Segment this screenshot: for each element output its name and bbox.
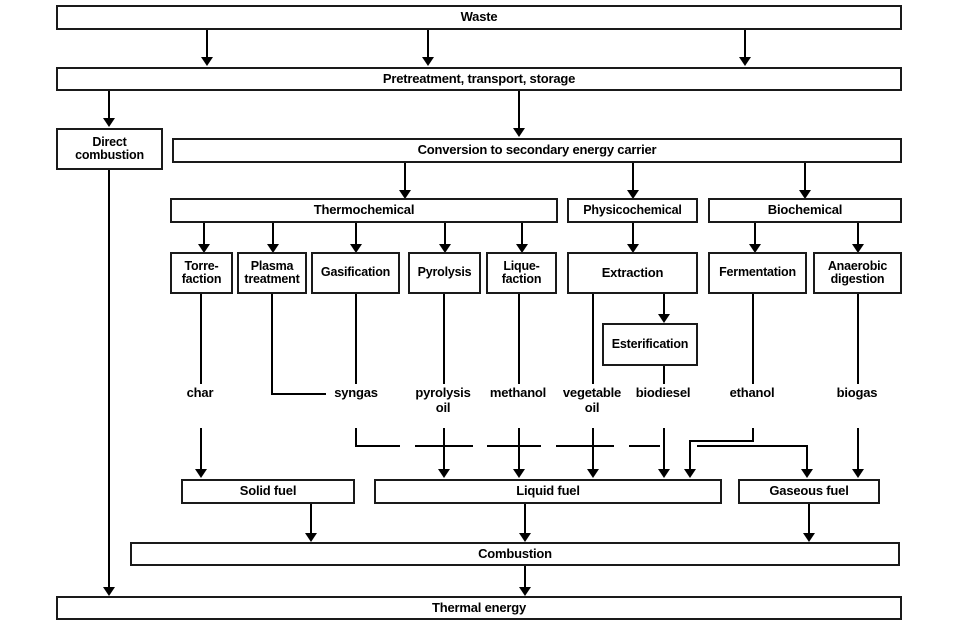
edge-collector-down-to-gaseous-fuel bbox=[806, 445, 808, 470]
product-ethanol: ethanol bbox=[718, 385, 786, 420]
edge-collector-segment-5 bbox=[697, 445, 807, 447]
node-gasification: Gasification bbox=[311, 252, 400, 294]
product-biodiesel: biodiesel bbox=[629, 385, 697, 420]
arrowhead-pyrolysis-oil-to-liquid-fuel bbox=[438, 469, 450, 478]
edge-biodiesel-to-liquid-fuel bbox=[663, 428, 665, 470]
edge-combustion-to-thermal-energy bbox=[524, 566, 526, 588]
edge-anaerobic-digestion-to-biogas bbox=[857, 294, 859, 384]
node-pyrolysis: Pyrolysis bbox=[408, 252, 481, 294]
node-waste: Waste bbox=[56, 5, 902, 30]
edge-fermentation-to-ethanol bbox=[752, 294, 754, 384]
arrowhead-combustion-to-thermal-energy bbox=[519, 587, 531, 596]
node-conversion: Conversion to secondary energy carrier bbox=[172, 138, 902, 163]
node-solid-fuel: Solid fuel bbox=[181, 479, 355, 504]
arrowhead-extraction-to-esterification bbox=[658, 314, 670, 323]
node-thermochemical: Thermochemical bbox=[170, 198, 558, 223]
node-esterification: Esterification bbox=[602, 323, 698, 366]
node-thermal-energy: Thermal energy bbox=[56, 596, 902, 620]
edge-thermochemical-to-liquefaction bbox=[521, 223, 523, 245]
edge-physicochemical-to-extraction bbox=[632, 223, 634, 245]
edge-collector-segment-4 bbox=[629, 445, 660, 447]
arrowhead-solid-fuel-to-combustion bbox=[305, 533, 317, 542]
edge-methanol-to-liquid-fuel bbox=[518, 428, 520, 470]
product-char: char bbox=[160, 385, 240, 420]
arrowhead-waste-to-pretreatment-1 bbox=[201, 57, 213, 66]
edge-extraction-to-vegetable-oil bbox=[592, 294, 594, 384]
edge-thermochemical-to-pyrolysis bbox=[444, 223, 446, 245]
edge-biochemical-to-fermentation bbox=[754, 223, 756, 245]
edge-pyrolysis-to-pyrolysis-oil bbox=[443, 294, 445, 384]
edge-plasma-to-syngas-horizontal bbox=[271, 393, 331, 395]
arrowhead-gaseous-fuel-to-combustion bbox=[803, 533, 815, 542]
node-liquefaction: Lique- faction bbox=[486, 252, 557, 294]
node-torrefaction: Torre- faction bbox=[170, 252, 233, 294]
edge-collector-segment-2 bbox=[487, 445, 541, 447]
arrowhead-methanol-to-liquid-fuel bbox=[513, 469, 525, 478]
node-gaseous-fuel: Gaseous fuel bbox=[738, 479, 880, 504]
arrowhead-biodiesel-to-liquid-fuel bbox=[658, 469, 670, 478]
edge-pretreatment-to-direct-combustion bbox=[108, 91, 110, 119]
edge-gasification-to-syngas bbox=[355, 294, 357, 384]
arrowhead-liquid-fuel-to-combustion bbox=[519, 533, 531, 542]
node-physicochemical: Physicochemical bbox=[567, 198, 698, 223]
arrowhead-biogas-to-gaseous-fuel bbox=[852, 469, 864, 478]
edge-extraction-to-esterification bbox=[663, 294, 665, 315]
product-biogas: biogas bbox=[826, 385, 888, 420]
edge-waste-to-pretreatment-3 bbox=[744, 30, 746, 58]
arrowhead-waste-to-pretreatment-3 bbox=[739, 57, 751, 66]
edge-torrefaction-to-char bbox=[200, 294, 202, 384]
edge-solid-fuel-to-combustion bbox=[310, 504, 312, 534]
node-plasma-treatment: Plasma treatment bbox=[237, 252, 307, 294]
node-anaerobic-digestion: Anaerobic digestion bbox=[813, 252, 902, 294]
arrowhead-waste-to-pretreatment-2 bbox=[422, 57, 434, 66]
arrowhead-direct-combustion-to-thermal-energy bbox=[103, 587, 115, 596]
node-biochemical: Biochemical bbox=[708, 198, 902, 223]
product-methanol: methanol bbox=[482, 385, 554, 420]
arrowhead-vegetable-oil-to-liquid-fuel bbox=[587, 469, 599, 478]
arrowhead-ethanol-to-liquid-fuel bbox=[684, 469, 696, 478]
arrowhead-char-to-solid-fuel bbox=[195, 469, 207, 478]
edge-pyrolysis-oil-to-liquid-fuel bbox=[443, 428, 445, 470]
edge-pretreatment-to-conversion bbox=[518, 91, 520, 129]
edge-biogas-to-gaseous-fuel bbox=[857, 428, 859, 470]
edge-thermochemical-to-gasification bbox=[355, 223, 357, 245]
arrowhead-pretreatment-to-conversion bbox=[513, 128, 525, 137]
edge-conversion-to-physicochemical bbox=[632, 163, 634, 191]
node-fermentation: Fermentation bbox=[708, 252, 807, 294]
node-liquid-fuel: Liquid fuel bbox=[374, 479, 722, 504]
edge-conversion-to-thermochemical bbox=[404, 163, 406, 191]
arrowhead-pretreatment-to-direct-combustion bbox=[103, 118, 115, 127]
edge-direct-combustion-to-thermal-energy bbox=[108, 170, 110, 588]
edge-waste-to-pretreatment-2 bbox=[427, 30, 429, 58]
edge-conversion-to-biochemical bbox=[804, 163, 806, 191]
edge-biochemical-to-anaerobic-digestion bbox=[857, 223, 859, 245]
arrowhead-collector-to-gaseous-fuel bbox=[801, 469, 813, 478]
flowchart-canvas: Waste Pretreatment, transport, storage D… bbox=[0, 0, 960, 623]
product-pyrolysis-oil: pyrolysis oil bbox=[408, 385, 478, 424]
node-direct-combustion: Direct combustion bbox=[56, 128, 163, 170]
edge-liquefaction-to-methanol bbox=[518, 294, 520, 384]
edge-liquid-fuel-to-combustion bbox=[524, 504, 526, 534]
edge-gaseous-fuel-to-combustion bbox=[808, 504, 810, 534]
edge-ethanol-down-2 bbox=[689, 440, 691, 470]
node-pretreatment: Pretreatment, transport, storage bbox=[56, 67, 902, 91]
edge-vegetable-oil-to-liquid-fuel bbox=[592, 428, 594, 470]
product-vegetable-oil: vegetable oil bbox=[556, 385, 628, 424]
edge-char-to-solid-fuel bbox=[200, 428, 202, 470]
edge-collector-segment-3 bbox=[556, 445, 614, 447]
edge-syngas-to-gaseous-collector bbox=[355, 445, 400, 447]
edge-waste-to-pretreatment-1 bbox=[206, 30, 208, 58]
node-combustion: Combustion bbox=[130, 542, 900, 566]
edge-ethanol-left bbox=[689, 440, 754, 442]
edge-plasma-to-syngas-vertical bbox=[271, 294, 273, 395]
product-syngas: syngas bbox=[326, 385, 386, 420]
edge-thermochemical-to-torrefaction bbox=[203, 223, 205, 245]
node-extraction: Extraction bbox=[567, 252, 698, 294]
edge-thermochemical-to-plasma-treatment bbox=[272, 223, 274, 245]
edge-esterification-to-biodiesel bbox=[663, 366, 665, 384]
